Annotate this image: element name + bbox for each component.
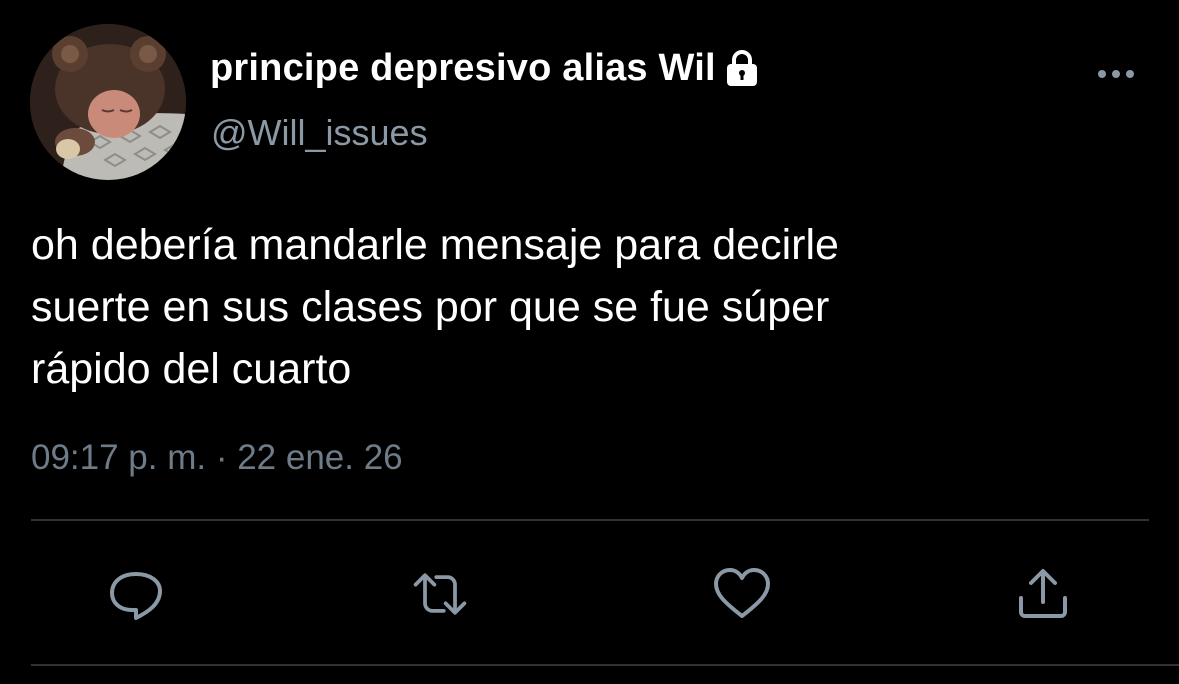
tweet-card: principe depresivo alias Wil @Will_issue… bbox=[0, 0, 1179, 684]
retweet-icon bbox=[413, 573, 467, 615]
retweet-button[interactable] bbox=[410, 566, 470, 622]
divider bbox=[31, 519, 1149, 521]
lock-icon bbox=[722, 48, 762, 88]
tweet-text: oh debería mandarle mensaje para decirle… bbox=[31, 221, 839, 393]
user-handle[interactable]: @Will_issues bbox=[211, 112, 428, 154]
share-icon bbox=[1019, 569, 1067, 618]
reply-icon bbox=[110, 572, 162, 620]
heart-icon bbox=[714, 568, 770, 618]
display-name[interactable]: principe depresivo alias Wil bbox=[210, 47, 716, 90]
avatar-image bbox=[30, 24, 186, 180]
reply-button[interactable] bbox=[106, 566, 166, 622]
author-row: principe depresivo alias Wil bbox=[210, 46, 762, 90]
tweet-timestamp[interactable]: 09:17 p. m. · 22 ene. 26 bbox=[31, 438, 403, 478]
more-options-icon[interactable] bbox=[1096, 62, 1136, 86]
divider bbox=[31, 664, 1179, 666]
like-button[interactable] bbox=[712, 566, 772, 622]
avatar[interactable] bbox=[30, 24, 186, 180]
share-button[interactable] bbox=[1013, 566, 1073, 622]
